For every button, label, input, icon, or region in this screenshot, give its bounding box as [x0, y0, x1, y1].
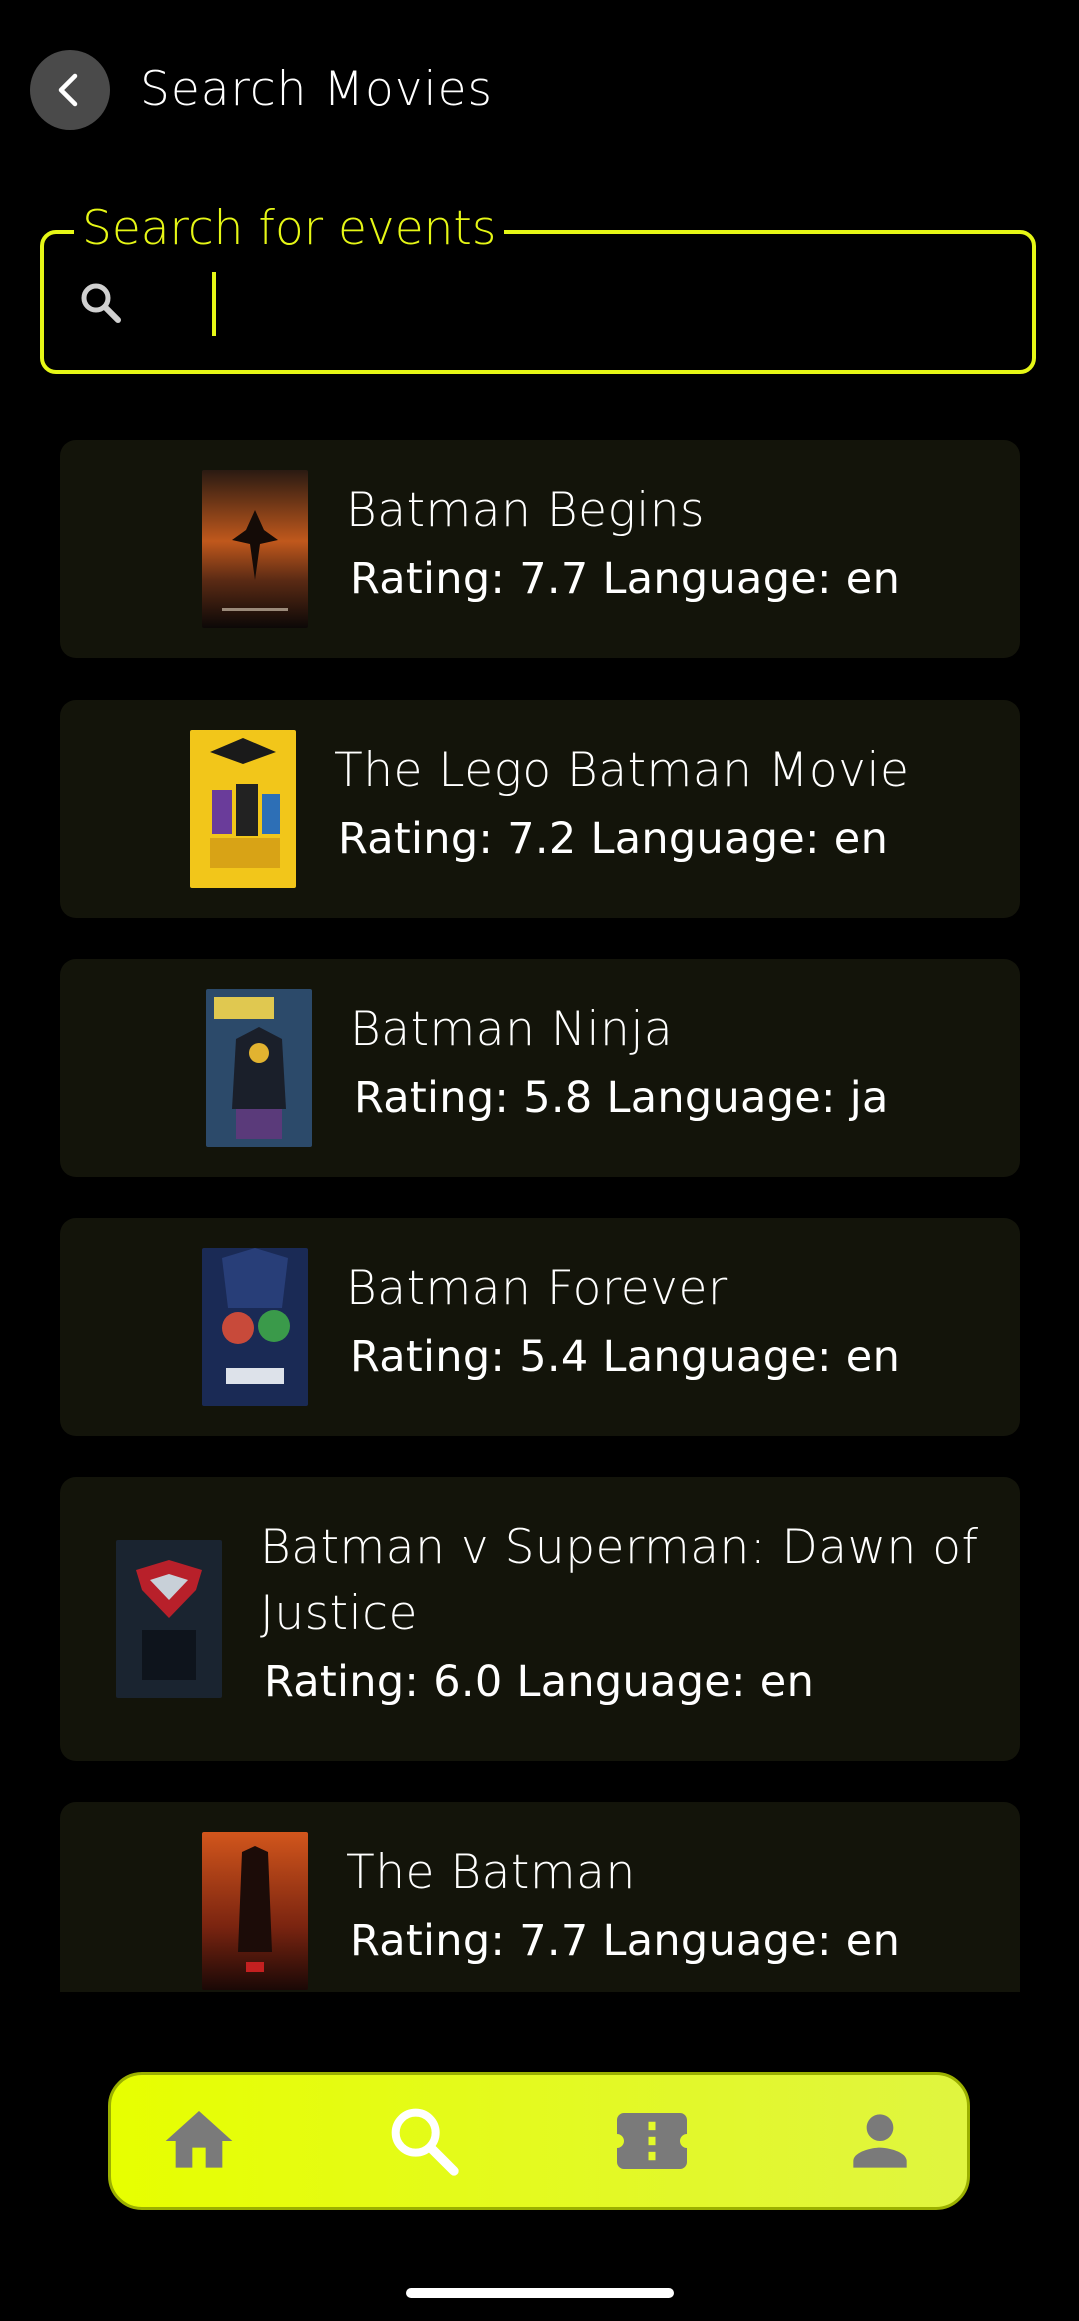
movie-meta: Rating: 6.0 Language: en	[264, 1657, 815, 1707]
movie-title: Batman Forever	[346, 1261, 728, 1316]
movie-poster	[202, 1832, 308, 1990]
nav-search[interactable]	[364, 2075, 484, 2207]
search-field[interactable]: Search for events	[40, 200, 1036, 374]
movie-title: Batman Ninja	[350, 1002, 674, 1057]
nav-tickets[interactable]	[592, 2075, 712, 2207]
movie-meta: Rating: 7.7 Language: en	[350, 554, 901, 604]
movie-poster	[202, 470, 308, 628]
movie-meta: Rating: 5.8 Language: ja	[354, 1073, 889, 1123]
back-button[interactable]	[30, 50, 110, 130]
home-indicator[interactable]	[406, 2288, 674, 2298]
search-field-label: Search for events	[74, 200, 505, 258]
person-icon	[853, 2114, 907, 2168]
movie-meta: Rating: 7.7 Language: en	[350, 1916, 901, 1966]
movie-title: The Lego Batman Movie	[334, 743, 910, 798]
movie-meta: Rating: 7.2 Language: en	[338, 814, 889, 864]
search-input[interactable]	[172, 264, 992, 340]
movie-meta: Rating: 5.4 Language: en	[350, 1332, 901, 1382]
movie-card[interactable]: Batman Ninja Rating: 5.8 Language: ja	[60, 959, 1020, 1177]
movie-card[interactable]: Batman v Superman: Dawn of Justice Ratin…	[60, 1477, 1020, 1761]
bottom-navigation	[108, 2072, 970, 2210]
nav-profile[interactable]	[820, 2075, 940, 2207]
text-cursor	[212, 272, 216, 336]
movie-title: Batman v Superman: Dawn of Justice	[260, 1520, 979, 1641]
movie-poster	[190, 730, 296, 888]
movie-card[interactable]: Batman Forever Rating: 5.4 Language: en	[60, 1218, 1020, 1436]
search-icon	[76, 278, 126, 328]
movie-title: Batman Begins	[346, 483, 706, 538]
movie-poster	[202, 1248, 308, 1406]
nav-home[interactable]	[139, 2075, 259, 2207]
movie-list[interactable]: Batman Begins Rating: 7.7 Language: en T…	[0, 440, 1079, 1992]
ticket-icon	[617, 2113, 687, 2169]
app-header: Search Movies	[0, 0, 1079, 180]
home-icon	[165, 2111, 233, 2168]
movie-card[interactable]: The Lego Batman Movie Rating: 7.2 Langua…	[60, 700, 1020, 918]
movie-card[interactable]: Batman Begins Rating: 7.7 Language: en	[60, 440, 1020, 658]
search-icon	[391, 2108, 459, 2176]
movie-card[interactable]: The Batman Rating: 7.7 Language: en	[60, 1802, 1020, 1992]
movie-title: The Batman	[346, 1845, 636, 1900]
movie-poster	[206, 989, 312, 1147]
chevron-left-icon	[58, 73, 78, 107]
movie-poster	[116, 1540, 222, 1698]
page-title: Search Movies	[140, 62, 493, 117]
